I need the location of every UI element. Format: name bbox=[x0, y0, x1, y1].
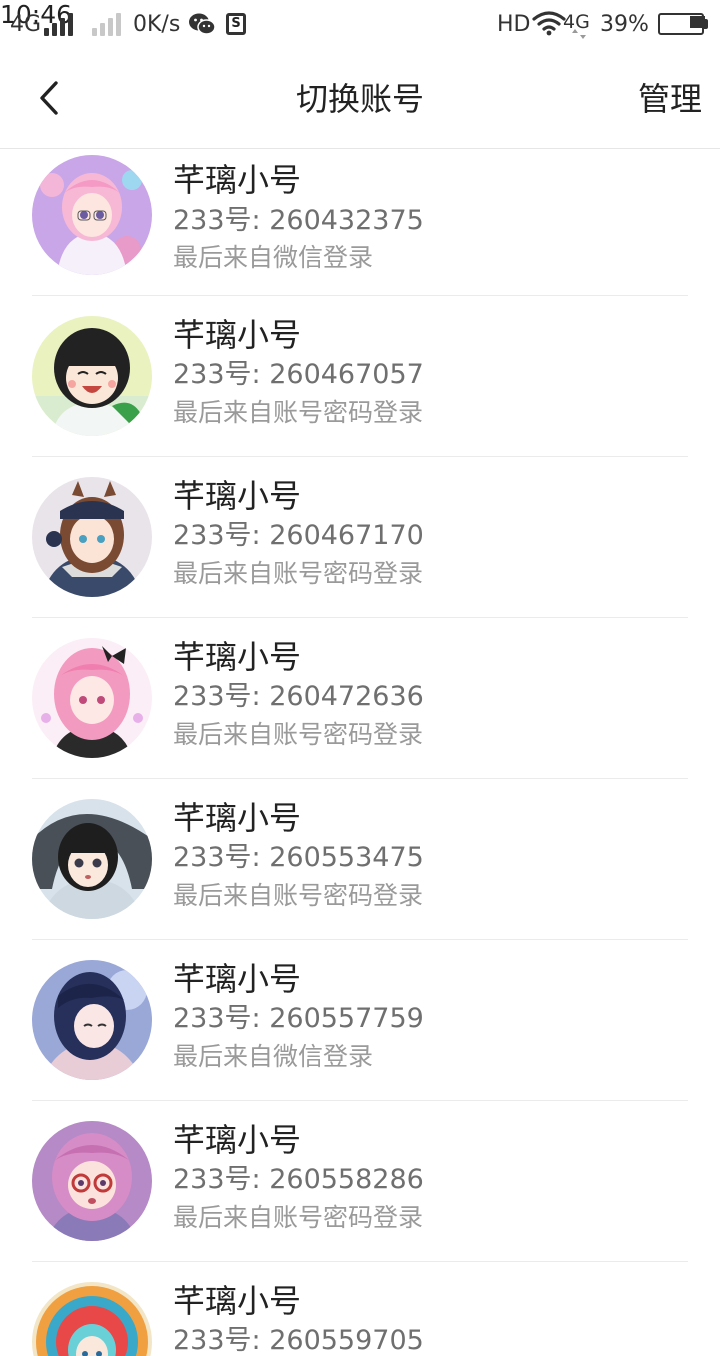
account-id: 233号: 260472636 bbox=[173, 681, 424, 712]
avatar bbox=[32, 477, 152, 597]
account-name: 芊璃小号 bbox=[173, 1282, 302, 1320]
account-item[interactable]: 芊璃小号 233号: 260559705 bbox=[0, 1262, 720, 1356]
account-name: 芊璃小号 bbox=[173, 799, 302, 837]
manage-button[interactable]: 管理 bbox=[638, 50, 702, 148]
anime-girl-avatar-icon bbox=[32, 477, 152, 597]
account-login-source: 最后来自账号密码登录 bbox=[173, 720, 424, 749]
signal-strength-icon bbox=[44, 12, 74, 36]
anime-girl-avatar-icon bbox=[32, 960, 152, 1080]
account-login-source: 最后来自账号密码登录 bbox=[173, 559, 424, 588]
avatar bbox=[32, 1121, 152, 1241]
avatar bbox=[32, 960, 152, 1080]
page-title: 切换账号 bbox=[295, 80, 424, 118]
avatar bbox=[32, 316, 152, 436]
anime-girl-avatar-icon bbox=[32, 799, 152, 919]
status-bar: 4G 0K/s S 10:46 HD 4G 39% bbox=[0, 0, 720, 50]
avatar bbox=[32, 155, 152, 275]
account-id: 233号: 260553475 bbox=[173, 842, 424, 873]
account-name: 芊璃小号 bbox=[173, 161, 302, 199]
account-item[interactable]: 芊璃小号 233号: 260472636 最后来自账号密码登录 bbox=[0, 618, 720, 779]
account-name: 芊璃小号 bbox=[173, 477, 302, 515]
chevron-left-icon bbox=[40, 81, 58, 115]
hd-label: HD bbox=[497, 12, 531, 37]
signal-strength-secondary-icon bbox=[92, 12, 122, 36]
data-transfer-icon bbox=[572, 29, 586, 39]
network-type-label: 4G bbox=[10, 12, 42, 37]
battery-icon bbox=[658, 13, 708, 35]
anime-girl-avatar-icon bbox=[32, 155, 152, 275]
anime-girl-avatar-icon bbox=[32, 1121, 152, 1241]
wechat-icon bbox=[189, 13, 216, 35]
avatar bbox=[32, 638, 152, 758]
account-id: 233号: 260432375 bbox=[173, 205, 424, 236]
account-name: 芊璃小号 bbox=[173, 960, 302, 998]
app-notification-icon: S bbox=[226, 13, 246, 35]
account-list: 芊璃小号 233号: 260432375 最后来自微信登录 芊璃小号 233号:… bbox=[0, 149, 720, 1356]
account-name: 芊璃小号 bbox=[173, 638, 302, 676]
anime-girl-avatar-icon bbox=[32, 1282, 152, 1356]
account-name: 芊璃小号 bbox=[173, 1121, 302, 1159]
account-item[interactable]: 芊璃小号 233号: 260467170 最后来自账号密码登录 bbox=[0, 457, 720, 618]
network-speed-label: 0K/s bbox=[133, 12, 181, 37]
account-item[interactable]: 芊璃小号 233号: 260558286 最后来自账号密码登录 bbox=[0, 1101, 720, 1262]
account-login-source: 最后来自账号密码登录 bbox=[173, 881, 424, 910]
account-login-source: 最后来自账号密码登录 bbox=[173, 1203, 424, 1232]
account-id: 233号: 260467170 bbox=[173, 520, 424, 551]
account-name: 芊璃小号 bbox=[173, 316, 302, 354]
account-login-source: 最后来自微信登录 bbox=[173, 243, 374, 272]
avatar bbox=[32, 1282, 152, 1356]
account-id: 233号: 260558286 bbox=[173, 1164, 424, 1195]
account-login-source: 最后来自微信登录 bbox=[173, 1042, 374, 1071]
account-id: 233号: 260557759 bbox=[173, 1003, 424, 1034]
battery-percent-label: 39% bbox=[600, 12, 649, 37]
anime-girl-avatar-icon bbox=[32, 316, 152, 436]
account-item[interactable]: 芊璃小号 233号: 260467057 最后来自账号密码登录 bbox=[0, 296, 720, 457]
avatar bbox=[32, 799, 152, 919]
account-item[interactable]: 芊璃小号 233号: 260553475 最后来自账号密码登录 bbox=[0, 779, 720, 940]
back-button[interactable] bbox=[28, 76, 72, 120]
account-id: 233号: 260559705 bbox=[173, 1325, 424, 1356]
wifi-icon bbox=[532, 11, 566, 36]
account-item[interactable]: 芊璃小号 233号: 260557759 最后来自微信登录 bbox=[0, 940, 720, 1101]
account-login-source: 最后来自账号密码登录 bbox=[173, 398, 424, 427]
account-id: 233号: 260467057 bbox=[173, 359, 424, 390]
account-item[interactable]: 芊璃小号 233号: 260432375 最后来自微信登录 bbox=[0, 149, 720, 296]
title-bar: 切换账号 管理 bbox=[0, 50, 720, 149]
anime-girl-avatar-icon bbox=[32, 638, 152, 758]
